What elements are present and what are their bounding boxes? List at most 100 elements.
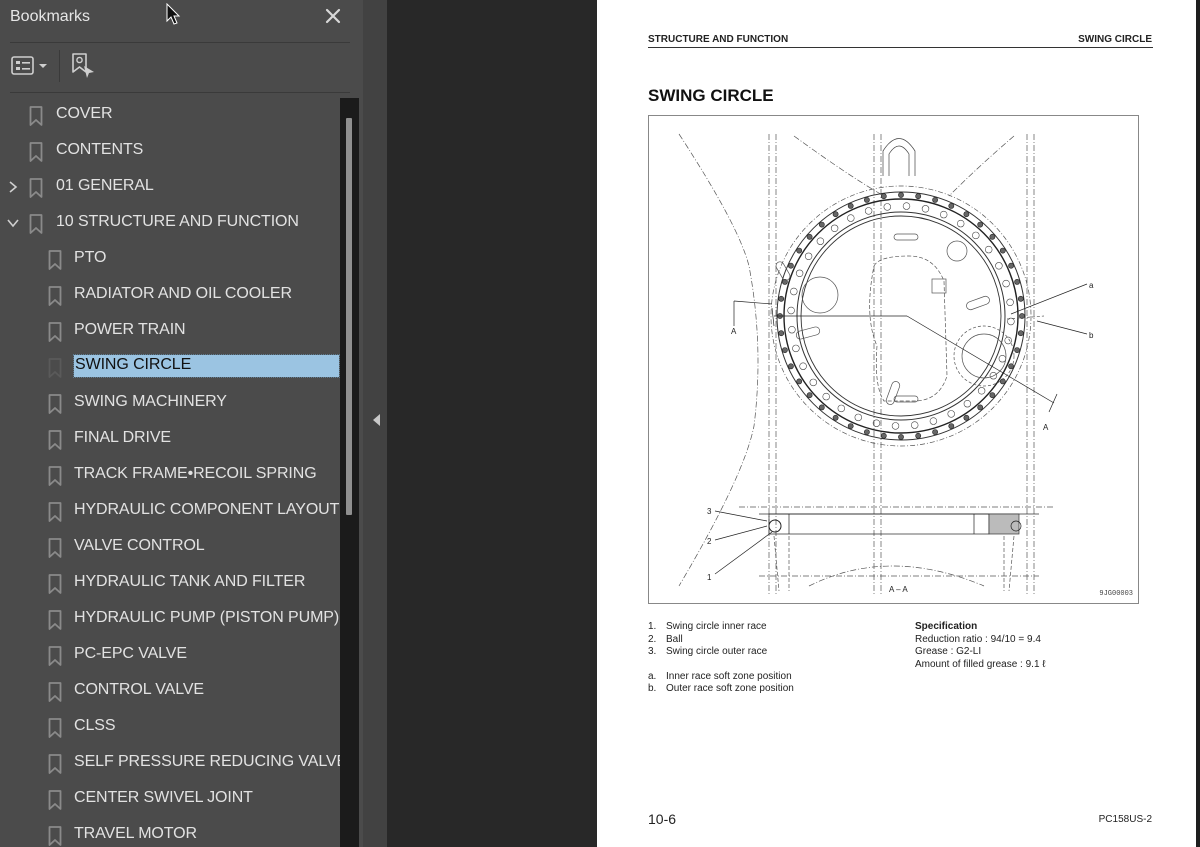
bookmark-icon	[48, 754, 62, 774]
spec-line: Amount of filled grease : 9.1 ℓ	[915, 658, 1046, 670]
bolt-hole	[989, 392, 996, 399]
bolt-hole	[1014, 278, 1020, 285]
bookmark-label: COVER	[56, 105, 113, 122]
bookmark-item[interactable]: PTO	[0, 242, 340, 276]
bookmark-icon	[48, 538, 62, 558]
collapse-panel-left-icon	[373, 414, 380, 426]
bolt-hole	[1017, 330, 1024, 337]
mounting-hole	[799, 362, 807, 370]
bookmark-item[interactable]: HYDRAULIC COMPONENT LAYOUT	[0, 494, 340, 528]
bolt-hole	[796, 378, 803, 385]
mounting-hole	[929, 417, 938, 425]
mounting-hole	[911, 421, 919, 429]
bolt-hole	[1017, 295, 1024, 302]
bookmark-item[interactable]: CONTROL VALVE	[0, 674, 340, 708]
bolt-hole	[787, 363, 794, 370]
collapse-panel-button[interactable]	[371, 412, 381, 428]
chevron-down-icon[interactable]	[6, 215, 20, 231]
bolt-hole	[989, 233, 996, 240]
bookmark-label: HYDRAULIC COMPONENT LAYOUT	[74, 501, 340, 518]
bookmark-item[interactable]: CLSS	[0, 710, 340, 744]
drawing-code: 9JG00003	[1099, 590, 1133, 598]
mounting-hole	[788, 326, 796, 334]
divider	[10, 92, 350, 93]
bookmark-icon	[48, 610, 62, 630]
new-bookmark-icon	[72, 53, 94, 78]
page-title: SWING CIRCLE	[648, 86, 774, 105]
section-mark-left: A	[731, 327, 737, 336]
bookmark-icon	[48, 826, 62, 846]
bolt-hole	[963, 414, 970, 421]
section-view-aa	[714, 506, 1054, 592]
bookmark-icon	[48, 430, 62, 450]
bookmark-item[interactable]: TRACK FRAME•RECOIL SPRING	[0, 458, 340, 492]
bookmark-item[interactable]: HYDRAULIC TANK AND FILTER	[0, 566, 340, 600]
mounting-hole	[977, 387, 986, 395]
scrollbar-thumb[interactable]	[346, 118, 352, 515]
toolbar-divider	[59, 50, 60, 82]
bolt-hole	[806, 233, 813, 240]
bookmark-label: FINAL DRIVE	[74, 429, 171, 446]
bookmark-icon	[48, 574, 62, 594]
bookmark-item[interactable]: POWER TRAIN	[0, 314, 340, 348]
bookmark-label: HYDRAULIC TANK AND FILTER	[74, 573, 306, 590]
bookmark-item[interactable]: CONTENTS	[0, 134, 340, 168]
close-icon[interactable]	[322, 5, 344, 27]
bookmark-item[interactable]: SWING MACHINERY	[0, 386, 340, 420]
bolt-hole	[818, 221, 825, 228]
callout-1: 1	[707, 573, 712, 582]
bookmark-item[interactable]: FINAL DRIVE	[0, 422, 340, 456]
bolt-hole	[832, 211, 839, 218]
bookmark-item[interactable]: RADIATOR AND OIL COOLER	[0, 278, 340, 312]
bookmark-item[interactable]: TRAVEL MOTOR	[0, 818, 340, 847]
callout-2: 2	[707, 537, 712, 546]
parts-legend: 1. Swing circle inner race 2. Ball 3. Swing…	[648, 621, 794, 696]
bookmark-item[interactable]: CENTER SWIVEL JOINT	[0, 782, 340, 816]
chevron-right-icon[interactable]	[6, 179, 20, 195]
bolt-hole	[781, 347, 788, 353]
mounting-hole	[891, 422, 900, 430]
spec-title: Specification	[915, 621, 978, 632]
bolt-hole	[999, 247, 1006, 254]
mounting-hole	[787, 306, 795, 315]
mounting-hole	[1002, 279, 1010, 288]
pdf-viewer-window: Bookmarks COVER CONTENTS 01 GENERAL 10 S…	[0, 0, 1200, 847]
page-header-topic: SWING CIRCLE	[1078, 34, 1152, 45]
mounting-hole	[902, 202, 911, 210]
bookmark-label: CONTENTS	[56, 141, 144, 158]
bookmark-item[interactable]: PC-EPC VALVE	[0, 638, 340, 672]
bookmark-label: PC-EPC VALVE	[74, 645, 187, 662]
bolt-hole	[832, 414, 839, 421]
bookmark-options-button[interactable]	[10, 54, 52, 78]
mounting-hole	[985, 245, 993, 254]
bookmark-item[interactable]: COVER	[0, 98, 340, 132]
new-bookmark-button[interactable]	[70, 52, 98, 80]
swing-circle-figure: a b A A 3 2 1 A – A 9JG00003	[648, 115, 1139, 604]
bookmark-label: SWING CIRCLE	[73, 354, 340, 378]
bookmark-label: CENTER SWIVEL JOINT	[74, 789, 253, 806]
bookmark-icon	[48, 790, 62, 810]
bookmark-label: CLSS	[74, 717, 116, 734]
mounting-hole	[792, 344, 800, 353]
header-rule	[648, 47, 1153, 48]
bookmark-item[interactable]: SWING CIRCLE	[0, 350, 340, 384]
bookmark-label: VALVE CONTROL	[74, 537, 205, 554]
bookmark-item[interactable]: VALVE CONTROL	[0, 530, 340, 564]
mounting-hole	[883, 203, 892, 211]
mounting-hole	[947, 410, 955, 418]
bookmark-item[interactable]: SELF PRESSURE REDUCING VALVE	[0, 746, 340, 780]
bolt-hole	[915, 193, 922, 200]
pdf-page: STRUCTURE AND FUNCTION SWING CIRCLE SWIN…	[597, 0, 1196, 847]
bookmark-label: HYDRAULIC PUMP (PISTON PUMP)	[74, 609, 340, 626]
bookmark-item[interactable]: HYDRAULIC PUMP (PISTON PUMP)	[0, 602, 340, 636]
mounting-hole	[816, 237, 825, 245]
mounting-hole	[1004, 336, 1012, 345]
bookmark-item[interactable]: 01 GENERAL	[0, 170, 340, 204]
bookmark-icon	[48, 286, 62, 306]
bolt-hole	[847, 203, 854, 209]
mounting-hole	[830, 224, 839, 233]
bookmark-icon	[48, 718, 62, 738]
bookmark-item[interactable]: 10 STRUCTURE AND FUNCTION	[0, 206, 340, 240]
page-header-section: STRUCTURE AND FUNCTION	[648, 34, 789, 45]
bolt-hole	[898, 434, 904, 440]
